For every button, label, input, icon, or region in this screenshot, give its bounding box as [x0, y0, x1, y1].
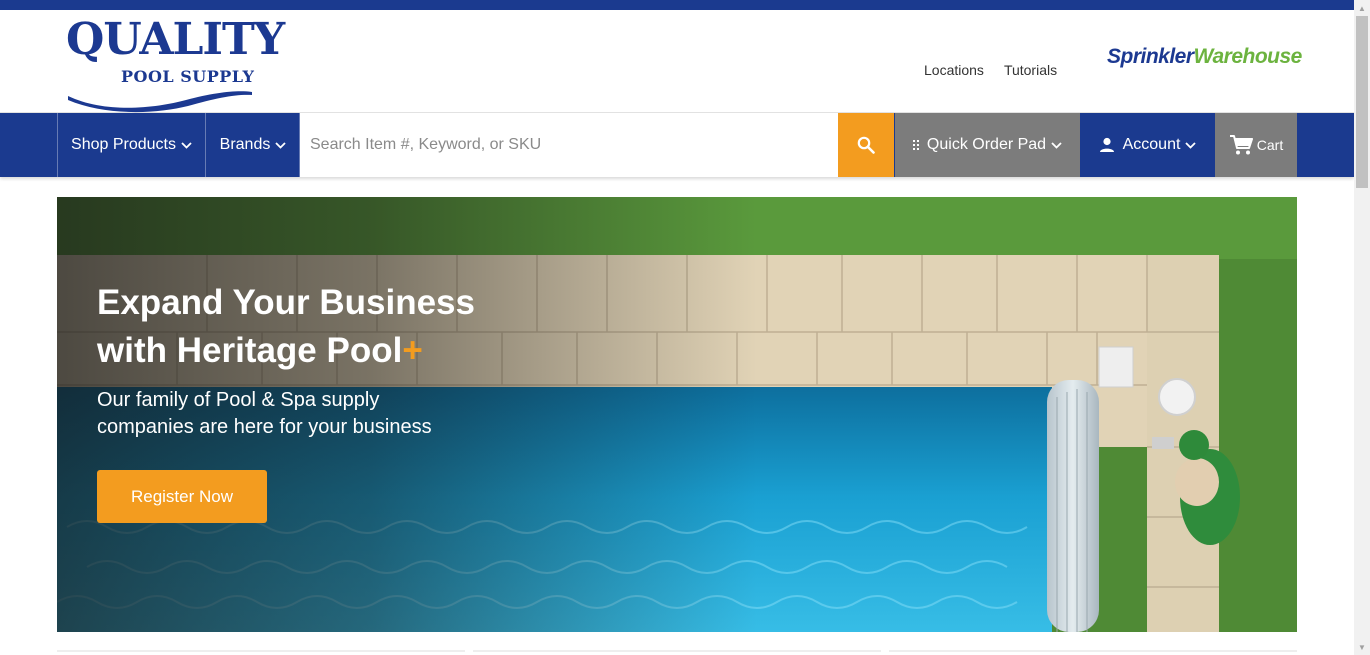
- scrollbar-thumb[interactable]: [1356, 16, 1368, 188]
- hero-title-line2-wrap: with Heritage Pool+: [97, 327, 697, 375]
- shop-products-menu[interactable]: Shop Products: [57, 113, 206, 177]
- chevron-down-icon: [1185, 141, 1197, 149]
- page-scrollbar[interactable]: ▲ ▼: [1354, 0, 1370, 655]
- hero-banner: Expand Your Business with Heritage Pool+…: [57, 197, 1297, 632]
- scroll-up-arrow-icon[interactable]: ▲: [1354, 0, 1370, 16]
- header-links: Locations Tutorials: [924, 62, 1057, 78]
- top-accent-bar: [0, 0, 1354, 10]
- hero-title-line1: Expand Your Business: [97, 283, 475, 322]
- content-divider: [57, 650, 1297, 652]
- quality-pool-supply-logo[interactable]: QUALITY POOL SUPPLY: [66, 14, 285, 115]
- divider-segment: [473, 650, 881, 652]
- locations-link[interactable]: Locations: [924, 62, 984, 78]
- register-now-button[interactable]: Register Now: [97, 470, 267, 523]
- account-menu[interactable]: Account: [1081, 113, 1214, 177]
- grid-dots-icon: [912, 140, 919, 150]
- chevron-down-icon: [275, 141, 286, 149]
- divider-segment: [57, 650, 465, 652]
- search-icon: [857, 136, 875, 154]
- hero-title: Expand Your Business with Heritage Pool+: [97, 279, 697, 375]
- account-label: Account: [1122, 136, 1181, 153]
- chevron-down-icon: [1051, 141, 1062, 149]
- logo-swoosh-icon: [68, 91, 252, 113]
- hero-subtitle: Our family of Pool & Spa supply companie…: [97, 389, 432, 438]
- cart-icon: [1229, 135, 1253, 155]
- main-navbar: Shop Products Brands Quick Order Pad Acc…: [0, 113, 1354, 177]
- cart-label: Cart: [1256, 137, 1284, 153]
- shop-products-label: Shop Products: [71, 136, 176, 153]
- scroll-down-arrow-icon[interactable]: ▼: [1354, 639, 1370, 655]
- hero-title-plus: +: [402, 331, 423, 370]
- divider-segment: [889, 650, 1297, 652]
- quick-order-pad-menu[interactable]: Quick Order Pad: [895, 113, 1080, 177]
- user-icon: [1099, 137, 1114, 152]
- brands-label: Brands: [219, 136, 271, 153]
- site-header: QUALITY POOL SUPPLY Locations Tutorials …: [0, 10, 1354, 113]
- tutorials-link[interactable]: Tutorials: [1004, 62, 1057, 78]
- hero-title-line2: with Heritage Pool: [97, 331, 403, 370]
- search-input[interactable]: [300, 113, 838, 177]
- logo-text-quality: QUALITY: [66, 14, 285, 65]
- sprinkler-warehouse-logo-part2: Warehouse: [1193, 45, 1303, 68]
- sprinkler-warehouse-logo-part1: Sprinkler: [1107, 45, 1194, 68]
- sprinkler-warehouse-logo[interactable]: SprinklerWarehouse: [1107, 45, 1302, 69]
- quick-order-pad-label: Quick Order Pad: [926, 136, 1047, 153]
- chevron-down-icon: [181, 141, 192, 149]
- search-button[interactable]: [838, 113, 894, 177]
- brands-menu[interactable]: Brands: [207, 113, 300, 177]
- cart-button[interactable]: Cart: [1215, 113, 1297, 177]
